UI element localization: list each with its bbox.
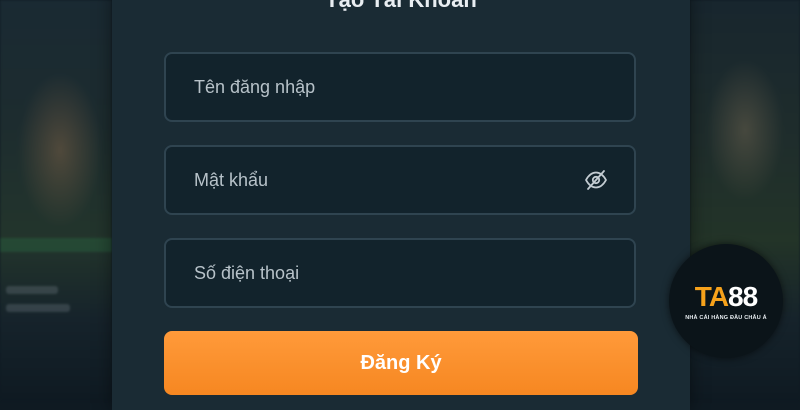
- background-blur-text: [6, 286, 58, 294]
- password-input[interactable]: [194, 147, 594, 213]
- logo-wordmark: TA88: [669, 282, 783, 312]
- modal-title: Tạo Tài Khoản: [112, 0, 690, 15]
- register-modal: Tạo Tài Khoản Đăng Ký: [112, 0, 690, 410]
- background-blur-text: [6, 304, 70, 312]
- username-input[interactable]: [194, 54, 594, 120]
- register-button[interactable]: Đăng Ký: [164, 331, 638, 395]
- username-field[interactable]: [164, 52, 636, 122]
- phone-input[interactable]: [194, 240, 594, 306]
- eye-off-icon[interactable]: [584, 169, 608, 191]
- background-stripe: [0, 238, 112, 252]
- logo-tagline: NHÀ CÁI HÀNG ĐẦU CHÂU Á: [685, 315, 767, 321]
- logo-brand-suffix: 88: [728, 281, 758, 312]
- logo-brand-prefix: TA: [694, 281, 729, 312]
- phone-field[interactable]: [164, 238, 636, 308]
- ta88-logo: TA88 NHÀ CÁI HÀNG ĐẦU CHÂU Á: [669, 244, 783, 358]
- password-field[interactable]: [164, 145, 636, 215]
- background-left: [0, 0, 112, 400]
